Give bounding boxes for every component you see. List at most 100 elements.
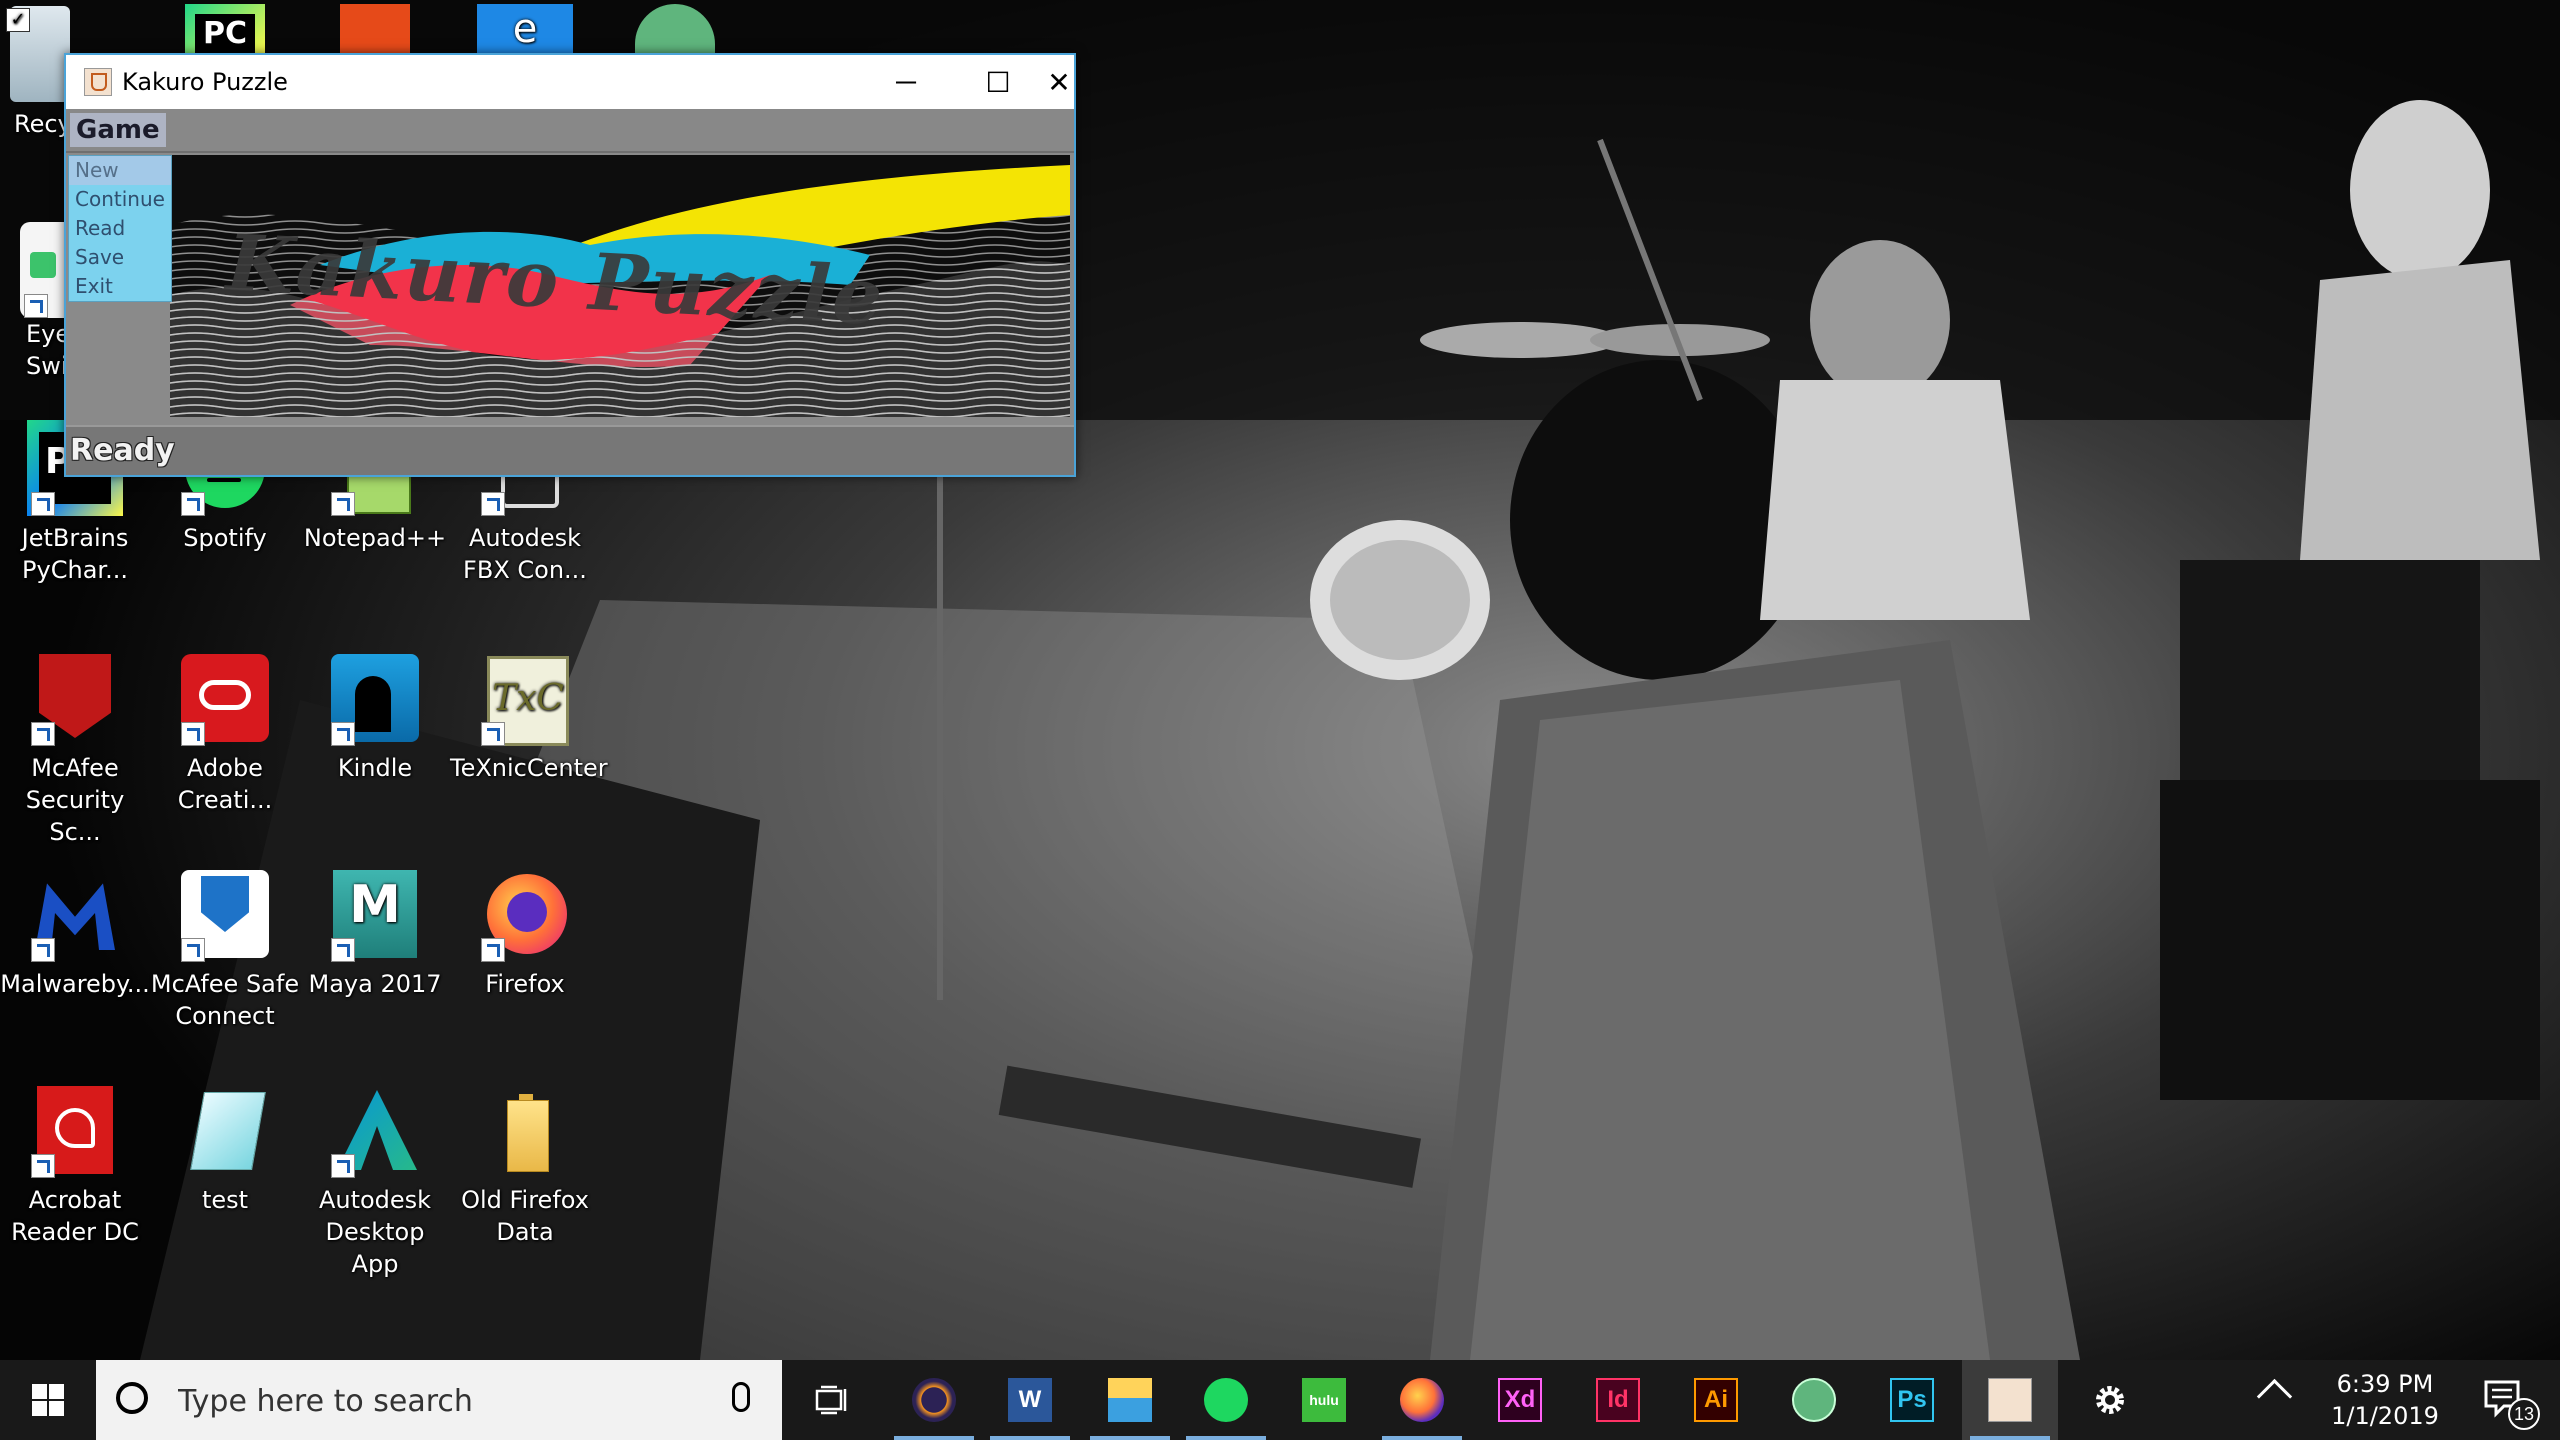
taskbar-clock[interactable]: 6:39 PM 1/1/2019 <box>2320 1368 2450 1432</box>
eclipse-icon <box>912 1378 956 1422</box>
taskbar-app-spotify[interactable] <box>1178 1360 1274 1440</box>
desktop-icon-label: test <box>201 1186 249 1214</box>
pycharm-icon: PC <box>185 4 265 54</box>
mcafee-safe-connect-icon <box>177 866 273 962</box>
shortcut-arrow-icon <box>481 722 505 746</box>
task-view-icon <box>815 1385 847 1415</box>
desktop-icon-acrobat[interactable]: Acrobat Reader DC <box>0 1082 150 1248</box>
autodesk-icon <box>327 1082 423 1178</box>
adobe-xd-icon: Xd <box>1498 1378 1542 1422</box>
menu-item-read[interactable]: Read <box>69 214 171 243</box>
shortcut-arrow-icon <box>331 492 355 516</box>
taskbar-app-word[interactable]: W <box>982 1360 1078 1440</box>
desktop-icon-atom-top[interactable] <box>600 4 750 60</box>
desktop-icon-label: JetBrains <box>21 524 129 552</box>
taskbar-app-photoshop[interactable]: Ps <box>1864 1360 1960 1440</box>
texniccenter-icon: TxC <box>477 650 573 746</box>
spotify-icon <box>1204 1378 1248 1422</box>
task-view-button[interactable] <box>784 1360 880 1440</box>
desktop-icon-label: Acrobat <box>28 1186 122 1214</box>
file-explorer-icon <box>1108 1378 1152 1422</box>
taskbar-app-settings[interactable] <box>2062 1360 2158 1440</box>
desktop-icon-label: Autodesk <box>468 524 582 552</box>
action-center-button[interactable]: 13 <box>2460 1360 2560 1440</box>
kakuro-puzzle-window: Kakuro Puzzle ─ ☐ ✕ Game Kakuro Puzzle N… <box>64 53 1076 477</box>
desktop-icon-kindle[interactable]: Kindle <box>300 650 450 784</box>
menu-game[interactable]: Game <box>70 113 166 147</box>
cortana-icon <box>116 1382 148 1414</box>
taskbar-app-indesign[interactable]: Id <box>1570 1360 1666 1440</box>
desktop-icon-label: Autodesk <box>318 1186 432 1214</box>
desktop-icon-label: Firefox <box>485 970 565 998</box>
indesign-icon: Id <box>1596 1378 1640 1422</box>
menu-item-continue[interactable]: Continue <box>69 185 171 214</box>
shortcut-arrow-icon <box>31 492 55 516</box>
chevron-up-icon[interactable] <box>2256 1378 2293 1415</box>
desktop-icon-mcafee-security[interactable]: McAfee Security Sc... <box>0 650 150 848</box>
word-icon: W <box>1008 1378 1052 1422</box>
taskbar-app-java[interactable] <box>1962 1360 2058 1440</box>
shortcut-arrow-icon <box>481 492 505 516</box>
start-button[interactable] <box>0 1360 96 1440</box>
clock-time: 6:39 PM <box>2336 1370 2434 1398</box>
desktop-icon-label: Kindle <box>337 754 413 782</box>
menu-bar: Game <box>66 109 1074 153</box>
gear-icon <box>2096 1386 2124 1414</box>
taskbar-app-illustrator[interactable]: Ai <box>1668 1360 1764 1440</box>
malwarebytes-icon <box>27 866 123 962</box>
mcafee-shield-icon <box>27 650 123 746</box>
adobe-creative-cloud-icon <box>177 650 273 746</box>
taskbar-app-file-explorer[interactable] <box>1082 1360 1178 1440</box>
acrobat-reader-icon <box>27 1082 123 1178</box>
menu-item-save[interactable]: Save <box>69 243 171 272</box>
desktop-icon-label: PyChar... <box>22 556 128 584</box>
photoshop-icon: Ps <box>1890 1378 1934 1422</box>
firefox-icon <box>1400 1378 1444 1422</box>
desktop-icon-firefox[interactable]: Firefox <box>450 866 600 1000</box>
shortcut-arrow-icon <box>31 938 55 962</box>
desktop-icon-pycharm-top[interactable]: PC <box>150 4 300 60</box>
taskbar-app-atom[interactable] <box>1766 1360 1862 1440</box>
microphone-icon[interactable] <box>732 1382 750 1412</box>
desktop-icon-label: Security Sc... <box>25 786 125 846</box>
window-titlebar[interactable]: Kakuro Puzzle ─ ☐ ✕ <box>66 55 1074 109</box>
desktop-icon-label: FBX Con... <box>463 556 587 584</box>
taskbar-app-adobe-xd[interactable]: Xd <box>1472 1360 1568 1440</box>
office-icon <box>340 4 410 54</box>
eye-switch-icon <box>20 222 66 318</box>
close-button[interactable]: ✕ <box>1044 55 1074 109</box>
search-input[interactable] <box>176 1382 700 1420</box>
windows-logo-icon <box>32 1384 64 1416</box>
shortcut-arrow-icon <box>181 938 205 962</box>
illustrator-icon: Ai <box>1694 1378 1738 1422</box>
taskbar-app-hulu[interactable]: hulu <box>1276 1360 1372 1440</box>
taskbar-app-eclipse[interactable] <box>886 1360 982 1440</box>
desktop-icon-maya[interactable]: M Maya 2017 <box>300 866 450 1000</box>
desktop-icon-old-firefox-data[interactable]: Old Firefox Data <box>450 1082 600 1248</box>
desktop-icon-label: Notepad++ <box>303 524 447 552</box>
menu-item-exit[interactable]: Exit <box>69 272 171 301</box>
desktop-icon-mcafee-safe-connect[interactable]: McAfee Safe Connect <box>150 866 300 1032</box>
desktop-icon-label: Adobe <box>187 754 263 782</box>
desktop-icon-texniccenter[interactable]: TxC TeXnicCenter <box>450 650 608 784</box>
taskbar-app-firefox[interactable] <box>1374 1360 1470 1440</box>
notification-count-badge: 13 <box>2508 1398 2540 1430</box>
desktop-icon-label: McAfee <box>31 754 119 782</box>
desktop-icon-malwarebytes[interactable]: Malwareby... <box>0 866 150 1000</box>
menu-item-new[interactable]: New <box>69 156 171 185</box>
desktop-icon-label: Desktop App <box>325 1218 425 1278</box>
taskbar-search-box[interactable] <box>96 1360 782 1440</box>
desktop-icon-autodesk-desktop-app[interactable]: Autodesk Desktop App <box>300 1082 450 1280</box>
maximize-button[interactable]: ☐ <box>952 55 1044 109</box>
desktop-icon-edge[interactable]: e <box>450 4 600 60</box>
minimize-button[interactable]: ─ <box>860 55 952 109</box>
hulu-icon: hulu <box>1302 1378 1346 1422</box>
window-title: Kakuro Puzzle <box>122 68 288 96</box>
desktop-icon-label: Data <box>496 1218 554 1246</box>
desktop-icon-test[interactable]: test <box>150 1082 300 1216</box>
desktop-icon-adobe-cc[interactable]: Adobe Creati... <box>150 650 300 816</box>
shortcut-arrow-icon <box>331 722 355 746</box>
desktop-icon-label: TeXnicCenter <box>450 754 608 782</box>
java-app-icon <box>84 68 112 96</box>
desktop-icon-office[interactable] <box>300 4 450 60</box>
